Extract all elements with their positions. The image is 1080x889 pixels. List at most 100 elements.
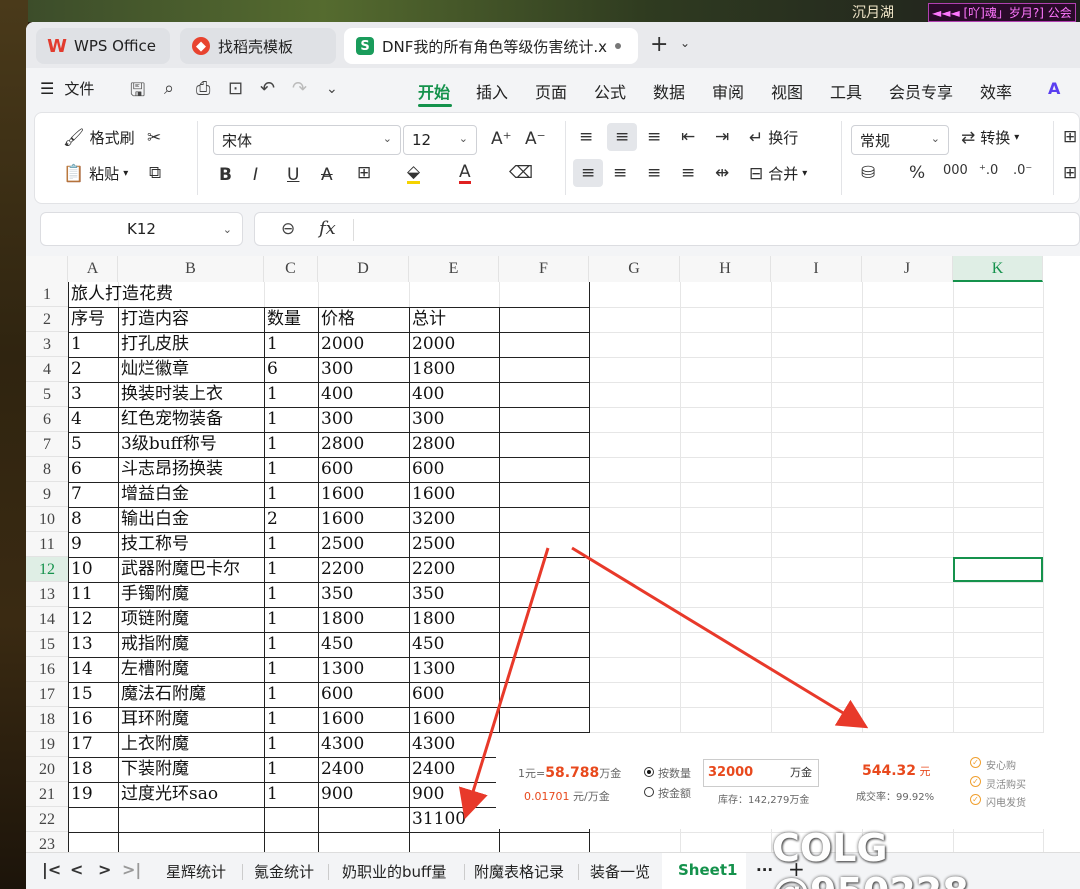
cell-D21[interactable]: 900 bbox=[318, 782, 409, 807]
tab-view[interactable]: 视图 bbox=[771, 79, 803, 103]
cell-E21[interactable]: 900 bbox=[409, 782, 499, 807]
cell-A9[interactable]: 7 bbox=[68, 482, 118, 507]
cell-A10[interactable]: 8 bbox=[68, 507, 118, 532]
align-top-icon[interactable]: ≡ bbox=[579, 127, 593, 147]
print-icon[interactable]: ⎙ bbox=[196, 78, 210, 99]
cell-A18[interactable]: 16 bbox=[68, 707, 118, 732]
cell-B2[interactable]: 打造内容 bbox=[118, 307, 264, 332]
cell-C18[interactable]: 1 bbox=[264, 707, 318, 732]
cell-E16[interactable]: 1300 bbox=[409, 657, 499, 682]
column-header-I[interactable]: I bbox=[771, 256, 862, 282]
cell-E11[interactable]: 2500 bbox=[409, 532, 499, 557]
increase-indent-icon[interactable]: ⇥ bbox=[715, 127, 729, 147]
sheet-tab-4[interactable]: 附魔表格记录 bbox=[474, 861, 564, 882]
font-size-select[interactable]: 12 ⌄ bbox=[403, 125, 477, 155]
tab-efficiency[interactable]: 效率 bbox=[980, 79, 1012, 103]
first-sheet-icon[interactable]: |< bbox=[42, 860, 61, 879]
cell-B19[interactable]: 上衣附魔 bbox=[118, 732, 264, 757]
align-left-icon[interactable]: ≡ bbox=[573, 159, 604, 187]
column-header-F[interactable]: F bbox=[499, 256, 589, 282]
merge-button[interactable]: ⊟ 合并 ▾ bbox=[749, 163, 807, 184]
tab-home[interactable]: 开始 bbox=[418, 79, 450, 103]
cell-D16[interactable]: 1300 bbox=[318, 657, 409, 682]
cell-D22[interactable] bbox=[318, 807, 409, 832]
cell-B16[interactable]: 左槽附魔 bbox=[118, 657, 264, 682]
cell-B4[interactable]: 灿烂徽章 bbox=[118, 357, 264, 382]
row-header[interactable]: 19 bbox=[26, 732, 68, 757]
redo-icon[interactable]: ↷ bbox=[292, 78, 307, 99]
clear-format-icon[interactable]: ⌫ bbox=[509, 163, 533, 183]
cell-B14[interactable]: 项链附魔 bbox=[118, 607, 264, 632]
font-color-icon[interactable]: A bbox=[459, 163, 471, 184]
column-header-H[interactable]: H bbox=[680, 256, 771, 282]
column-header-E[interactable]: E bbox=[409, 256, 499, 282]
cell-C20[interactable]: 1 bbox=[264, 757, 318, 782]
more-sheets-icon[interactable]: ··· bbox=[756, 861, 773, 879]
align-right-icon[interactable]: ≡ bbox=[647, 163, 661, 183]
justify-icon[interactable]: ≡ bbox=[681, 163, 695, 183]
cell-E5[interactable]: 400 bbox=[409, 382, 499, 407]
italic-icon[interactable]: I bbox=[253, 165, 258, 185]
row-header[interactable]: 17 bbox=[26, 682, 68, 707]
cell-A20[interactable]: 18 bbox=[68, 757, 118, 782]
tab-wps-office[interactable]: W WPS Office bbox=[36, 28, 170, 64]
cell-C4[interactable]: 6 bbox=[264, 357, 318, 382]
column-header-A[interactable]: A bbox=[68, 256, 118, 282]
row-header[interactable]: 6 bbox=[26, 407, 68, 432]
underline-icon[interactable]: U bbox=[287, 165, 299, 185]
row-header[interactable]: 4 bbox=[26, 357, 68, 382]
cell-D3[interactable]: 2000 bbox=[318, 332, 409, 357]
cell-C21[interactable]: 1 bbox=[264, 782, 318, 807]
cell-C6[interactable]: 1 bbox=[264, 407, 318, 432]
cell-A8[interactable]: 6 bbox=[68, 457, 118, 482]
row-header[interactable]: 8 bbox=[26, 457, 68, 482]
cell-C1[interactable] bbox=[264, 282, 318, 307]
row-col-icon[interactable]: ⊞ bbox=[1063, 127, 1077, 147]
cell-A15[interactable]: 13 bbox=[68, 632, 118, 657]
cell-A19[interactable]: 17 bbox=[68, 732, 118, 757]
cell-A6[interactable]: 4 bbox=[68, 407, 118, 432]
cell-D12[interactable]: 2200 bbox=[318, 557, 409, 582]
cell-B12[interactable]: 武器附魔巴卡尔 bbox=[118, 557, 264, 582]
cell-E17[interactable]: 600 bbox=[409, 682, 499, 707]
cell-D15[interactable]: 450 bbox=[318, 632, 409, 657]
column-header-B[interactable]: B bbox=[118, 256, 264, 282]
increase-decimal-icon[interactable]: ⁺.0 bbox=[979, 163, 998, 178]
row-header[interactable]: 13 bbox=[26, 582, 68, 607]
align-middle-icon[interactable]: ≡ bbox=[607, 123, 638, 151]
row-header[interactable]: 14 bbox=[26, 607, 68, 632]
tab-member[interactable]: 会员专享 bbox=[889, 79, 953, 103]
new-tab-icon[interactable]: + bbox=[650, 32, 668, 57]
cell-E9[interactable]: 1600 bbox=[409, 482, 499, 507]
row-header[interactable]: 7 bbox=[26, 432, 68, 457]
cell-E19[interactable]: 4300 bbox=[409, 732, 499, 757]
cell-B8[interactable]: 斗志昂扬换装 bbox=[118, 457, 264, 482]
cell-B20[interactable]: 下装附魔 bbox=[118, 757, 264, 782]
cell-B13[interactable]: 手镯附魔 bbox=[118, 582, 264, 607]
chevron-down-icon[interactable]: ⌄ bbox=[680, 36, 690, 50]
cell-E4[interactable]: 1800 bbox=[409, 357, 499, 382]
tab-data[interactable]: 数据 bbox=[653, 79, 685, 103]
row-header[interactable]: 15 bbox=[26, 632, 68, 657]
cell-C11[interactable]: 1 bbox=[264, 532, 318, 557]
cell-E22[interactable]: 31100 bbox=[409, 807, 499, 832]
thousands-icon[interactable]: 000 bbox=[943, 163, 968, 178]
tab-docer[interactable]: ◆ 找稻壳模板 bbox=[180, 28, 336, 64]
number-format-select[interactable]: 常规 ⌄ bbox=[851, 125, 949, 155]
row-header[interactable]: 22 bbox=[26, 807, 68, 832]
row-header[interactable]: 16 bbox=[26, 657, 68, 682]
formula-input[interactable]: ⊖ fx bbox=[254, 212, 1080, 246]
cell-E3[interactable]: 2000 bbox=[409, 332, 499, 357]
cell-C15[interactable]: 1 bbox=[264, 632, 318, 657]
fill-color-icon[interactable]: ⬙ bbox=[407, 163, 421, 184]
decrease-font-icon[interactable]: A⁻ bbox=[525, 129, 546, 149]
cell-D9[interactable]: 1600 bbox=[318, 482, 409, 507]
undo-icon[interactable]: ↶ bbox=[260, 78, 275, 99]
row-header[interactable]: 2 bbox=[26, 307, 68, 332]
row-header[interactable]: 20 bbox=[26, 757, 68, 782]
row-header[interactable]: 12 bbox=[26, 557, 68, 582]
column-header-D[interactable]: D bbox=[318, 256, 409, 282]
cell-E8[interactable]: 600 bbox=[409, 457, 499, 482]
font-name-select[interactable]: 宋体 ⌄ bbox=[213, 125, 401, 155]
cell-B11[interactable]: 技工称号 bbox=[118, 532, 264, 557]
